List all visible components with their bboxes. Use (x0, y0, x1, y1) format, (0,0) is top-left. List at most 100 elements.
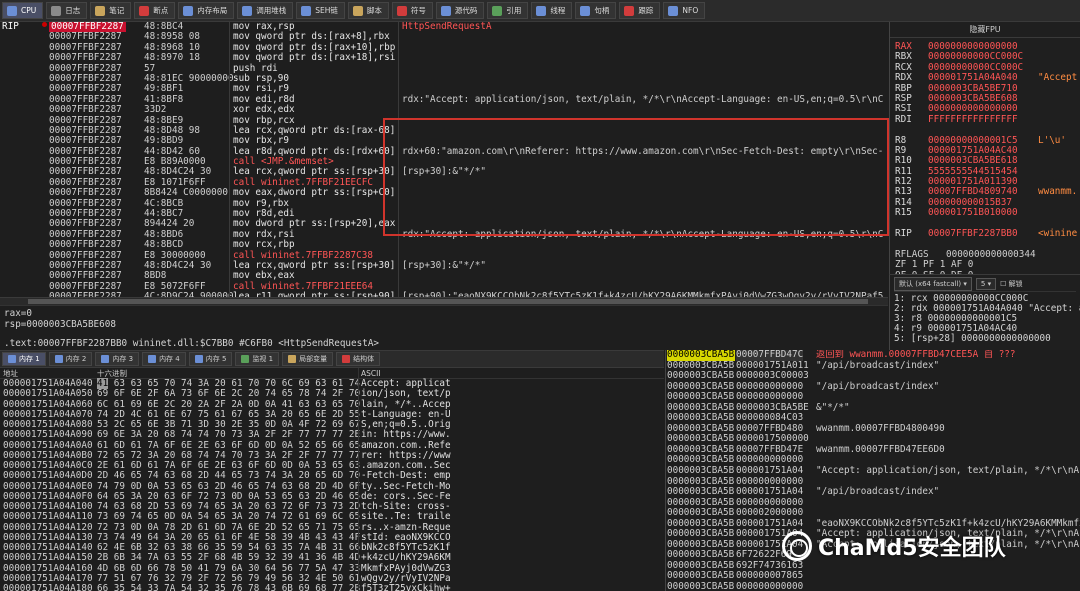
toolbar-tab[interactable]: NFO (663, 2, 706, 19)
stack-row[interactable]: 0000003CBA5BE 00007FFBD480 wwanmm.00007FFB… (666, 422, 1080, 435)
dump-tab[interactable]: 内存 4 (142, 352, 186, 366)
tab-icon (536, 5, 547, 16)
tab-label: NFO (682, 6, 699, 15)
toolbar-tab[interactable]: 笔记 (90, 2, 132, 19)
disasm-row[interactable]: 00007FFBF2287 33D2 xor edx,edx (0, 104, 888, 115)
disasm-row[interactable]: 00007FFBF2287 48:8BCD mov rcx,rbp (0, 239, 888, 250)
stack-row[interactable]: 0000003CBA5BE 000000000000 (666, 497, 1080, 509)
disasm-row[interactable]: 00007FFBF2287 41:8BF8 mov edi,r8d rdx:"Acce… (0, 93, 888, 105)
dump-tabs: 内存 1 内存 2 内存 3 内存 4 内存 5 监视 1 局部变量 结构体 (0, 350, 664, 368)
dump-tab[interactable]: 局部变量 (282, 352, 334, 366)
stack-address: 0000003CBA5BE (667, 518, 735, 529)
tab-label: CPU (21, 6, 37, 15)
register-row[interactable] (890, 125, 1080, 135)
memory-dump[interactable]: 地址 十六进制 ASCII 000001751A04A040 41 63 63 6… (0, 368, 664, 591)
stack-row[interactable]: 0000003CBA5BE 000001751A011 "/api/broadcas… (666, 360, 1080, 372)
stack-row[interactable]: 0000003CBA5BE 000001751A04 "Accept: applic… (666, 465, 1080, 477)
tab-icon (580, 5, 591, 16)
stack-address: 0000003CBA5BE (667, 423, 735, 434)
toolbar-tab[interactable]: 源代码 (435, 2, 485, 19)
dump-tab[interactable]: 内存 5 (188, 352, 233, 366)
stack-row[interactable]: 0000003CBA5BE 000000007865 (666, 571, 1080, 582)
disasm-row[interactable]: 00007FFBF2287 8BD8 mov ebx,eax (0, 270, 888, 281)
tab-icon (352, 5, 363, 16)
dump-tab[interactable]: 内存 3 (95, 352, 140, 366)
scrollbar-thumb[interactable] (28, 299, 868, 304)
breakpoint-icon[interactable] (42, 22, 47, 27)
register-name: RIP (895, 228, 912, 240)
toolbar-tab[interactable]: 引用 (487, 2, 529, 19)
stack-comment: &"*/*" (816, 401, 850, 413)
tab-label: 跟踪 (638, 6, 654, 15)
tab-label: 源代码 (454, 6, 478, 15)
dump-tab[interactable]: 结构体 (336, 352, 381, 366)
disasm-row[interactable]: 00007FFBF2287 57 push rdi (0, 63, 888, 74)
call-convention-select[interactable]: 默认 (x64 fastcall) ▾ (894, 277, 972, 291)
dump-tab[interactable]: 内存 2 (48, 352, 93, 366)
dump-tab[interactable]: 内存 1 (2, 352, 46, 366)
stack-address: 0000003CBA5BE (667, 360, 735, 371)
tab-icon (440, 5, 451, 16)
call-convention-panel: 默认 (x64 fastcall) ▾ 5 ▾ ☐ 解锁 1: rcx 0000… (889, 274, 1080, 350)
dump-row[interactable]: 000001751A04A110 73 69 74 65 0D 0A 54 65 … (0, 511, 664, 522)
dump-row[interactable]: 000001751A04A090 69 6E 3A 20 68 74 74 70 … (0, 429, 664, 440)
dump-row[interactable]: 000001751A04A0D0 2D 46 65 74 63 68 2D 44 … (0, 470, 664, 481)
disasm-row[interactable]: 00007FFBF2287 48:8968 10 mov qword ptr ds:… (0, 42, 888, 53)
tab-label: 断点 (153, 6, 169, 15)
registers-panel: 隐藏FPU RAX 0000000000000000 RBX 00000000000C… (889, 22, 1080, 281)
stack-row[interactable]: 0000003CBA5BE 00007FFBD47E wwanmm.00007FFB… (666, 444, 1080, 456)
toolbar-tab[interactable]: 断点 (134, 2, 176, 19)
arg-count-select[interactable]: 5 ▾ (975, 278, 997, 290)
disasm-row[interactable]: RIP 00007FFBF2287 48:8BC4 mov rax,rsp HttpSe… (0, 22, 888, 33)
stack-comment: 返回到 wwanmm.00007FFBD47CEE5A 自 ??? (816, 350, 1016, 360)
dump-tab-label: 内存 2 (65, 355, 87, 363)
stack-row[interactable]: 0000003CBA5BE 000000000000 (666, 392, 1080, 403)
toolbar-tab[interactable]: 日志 (46, 2, 88, 19)
toolbar-tab[interactable]: 脚本 (347, 2, 389, 19)
toolbar-tab[interactable]: CPU (2, 2, 44, 19)
dump-row[interactable]: 000001751A04A180 66 35 54 33 7A 54 32 35 … (0, 583, 664, 591)
unlock-checkbox[interactable]: ☐ 解锁 (1000, 279, 1023, 289)
register-row[interactable]: RDI FFFFFFFFFFFFFFFF (890, 114, 1080, 125)
disasm-comment: rdx:"Accept: application/json, text/plai… (402, 93, 884, 105)
disasm-row[interactable]: 00007FFBF2287 48:8958 08 mov qword ptr ds:… (0, 31, 888, 42)
toolbar-tab[interactable]: SEH链 (296, 2, 345, 19)
disasm-comment: HttpSendRequestA (402, 22, 492, 32)
stack-row[interactable]: 0000003CBA5BE 00007FFBD47C 返回到 wwanmm.0000… (666, 350, 1080, 361)
toolbar-tab[interactable]: 线程 (531, 2, 573, 19)
dump-tab-label: 内存 5 (205, 355, 227, 363)
dump-tab[interactable]: 监视 1 (235, 352, 280, 366)
toolbar-tab[interactable]: 跟踪 (619, 2, 661, 19)
toolbar-tab[interactable]: 内存布局 (178, 2, 235, 19)
stack-address: 0000003CBA5BE (667, 582, 735, 591)
stack-value: 00007FFBD47C (736, 350, 804, 361)
dump-hex: 2B 6B 34 7A 63 55 2F 68 4B 59 32 39 41 3… (97, 552, 361, 564)
toolbar-tab[interactable]: 符号 (391, 2, 433, 19)
disasm-row[interactable]: 00007FFBF2287 48:8D4C24 30 lea rcx,qword p… (0, 260, 888, 271)
dump-tab-icon (288, 355, 297, 363)
dump-row[interactable]: 000001751A04A050 69 6F 6E 2F 6A 73 6F 6E … (0, 388, 664, 399)
stack-row[interactable]: 0000003CBA5BE 000000000000 (666, 581, 1080, 591)
watermark: ChaMd5安全团队 (782, 528, 1072, 564)
toolbar-tab[interactable]: 句柄 (575, 2, 617, 19)
register-row[interactable]: RDX 000001751A04A040 "Accept (890, 72, 1080, 83)
stack-row[interactable]: 0000003CBA5BE 000000000000 "/api/broadcast… (666, 381, 1080, 393)
stack-address: 0000003CBA5BE (667, 444, 735, 455)
info-line: rax=0 (4, 308, 32, 319)
stack-row[interactable]: 0000003CBA5BE 000001751A04 "/api/broadcast… (666, 487, 1080, 498)
hide-fpu-button[interactable]: 隐藏FPU (890, 22, 1080, 38)
tab-label: 日志 (65, 6, 81, 15)
disasm-row[interactable]: 00007FFBF2287 48:8970 18 mov qword ptr ds:… (0, 52, 888, 63)
stack-row[interactable]: 0000003CBA5BE 0000003CBA5BE &"*/*" (666, 401, 1080, 414)
stack-comment: wwanmm.00007FFBD4800490 (816, 422, 945, 434)
dump-row[interactable]: 000001751A04A150 2B 6B 34 7A 63 55 2F 68 … (0, 552, 664, 564)
stack-address: 0000003CBA5BE (667, 350, 735, 361)
toolbar-tab[interactable]: 调用堆栈 (237, 2, 294, 19)
register-row[interactable]: RIP 00007FFBF2287BB0 <winine (890, 228, 1080, 240)
tab-icon (301, 5, 312, 16)
dump-tab-icon (241, 355, 250, 363)
tab-icon (183, 5, 194, 16)
horizontal-scrollbar[interactable] (0, 297, 888, 305)
disasm-row[interactable]: 00007FFBF2287 48:81EC 90000000 sub rsp,90 (0, 73, 888, 84)
register-row[interactable]: R15 000001751B010000 (890, 207, 1080, 218)
